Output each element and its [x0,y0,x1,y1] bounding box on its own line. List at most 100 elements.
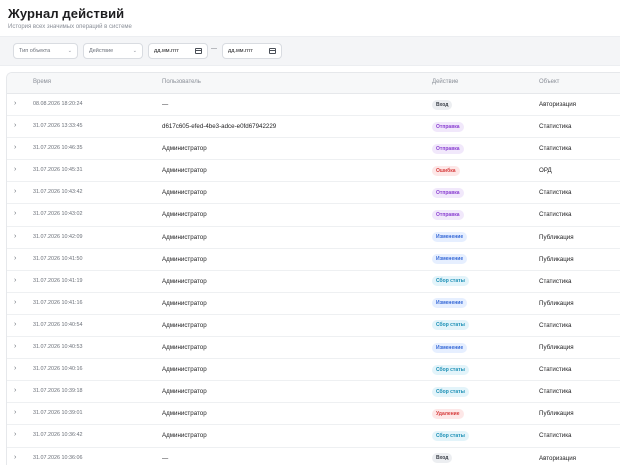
row-object: Статистика [539,145,572,153]
chevron-right-icon[interactable]: › [14,277,16,284]
chevron-right-icon[interactable]: › [14,122,16,129]
row-object: Публикация [539,344,574,352]
row-user: Администратор [162,299,207,307]
row-time: 31.07.2026 10:43:42 [33,189,83,196]
table-row[interactable]: › 31.07.2026 10:39:01 Администратор Удалени… [7,403,620,426]
row-user: — [162,454,169,462]
chevron-right-icon[interactable]: › [14,233,16,240]
chevron-right-icon[interactable]: › [14,299,16,306]
column-object[interactable]: Объект [539,79,559,85]
table-row[interactable]: › 31.07.2026 10:45:31 Администратор Ошибка О… [7,160,620,183]
row-object: Публикация [539,299,574,307]
row-user: d617c605-efed-4be3-adce-e0fd67942229 [162,123,277,131]
action-badge: Сбор статы [432,386,469,397]
table-row[interactable]: › 31.07.2026 10:42:09 Администратор Изменен… [7,227,620,249]
row-user: Администратор [162,344,207,352]
table-row[interactable]: › 31.07.2026 10:40:54 Администратор Сбор ст… [7,315,620,338]
row-time: 31.07.2026 10:42:09 [33,233,83,240]
page-header: Журнал действий История всех значимых оп… [0,0,620,37]
table-row[interactable]: › 31.07.2026 10:39:18 Администратор Сбор ст… [7,381,620,404]
row-object: Публикация [539,255,574,263]
action-badge: Отправка [432,121,464,132]
chevron-right-icon[interactable]: › [14,321,16,328]
calendar-icon[interactable] [269,48,276,54]
chevron-right-icon[interactable]: › [14,431,16,438]
row-user: Администратор [162,410,207,418]
table-row[interactable]: › 31.07.2026 10:46:35 Администратор Отправк… [7,138,620,161]
action-badge: Изменение [432,298,468,309]
row-time: 31.07.2026 10:36:42 [33,432,83,439]
table-row[interactable]: › 31.07.2026 10:41:50 Администратор Изменен… [7,249,620,271]
table-row[interactable]: › 31.07.2026 10:36:06 — Вход Авторизация [7,448,620,465]
action-badge: Ошибка [432,165,460,176]
action-select[interactable]: Действие ⌄ [83,43,143,59]
column-action[interactable]: Действие [432,79,458,85]
row-time: 31.07.2026 10:40:16 [33,366,83,373]
row-object: Статистика [539,321,572,329]
action-badge: Изменение [432,232,468,243]
page-title: Журнал действий [8,6,125,21]
table-row[interactable]: › 31.07.2026 10:40:16 Администратор Сбор ст… [7,359,620,382]
chevron-right-icon[interactable]: › [14,144,16,151]
row-object: Публикация [539,410,574,418]
chevron-right-icon[interactable]: › [14,100,16,107]
object-type-label: Тип объекта [19,48,51,54]
table-row[interactable]: › 31.07.2026 10:36:42 Администратор Сбор ст… [7,425,620,448]
chevron-right-icon[interactable]: › [14,454,16,461]
row-object: Статистика [539,189,572,197]
date-from-value: дд.мм.гггг [154,48,180,54]
row-user: Администратор [162,432,207,440]
action-badge: Сбор статы [432,276,469,287]
action-badge: Сбор статы [432,430,469,441]
action-badge: Отправка [432,187,464,198]
row-time: 31.07.2026 10:45:31 [33,167,83,174]
column-time[interactable]: Время [33,79,51,85]
action-badge: Отправка [432,143,464,154]
row-user: Администратор [162,233,207,241]
table-row[interactable]: › 08.08.2026 18:20:24 — Вход Авторизация [7,94,620,117]
row-time: 31.07.2026 10:40:53 [33,344,83,351]
calendar-icon[interactable] [195,48,202,54]
action-badge: Отправка [432,209,464,220]
row-object: Авторизация [539,101,577,108]
table-row[interactable]: › 31.07.2026 10:41:16 Администратор Изменен… [7,293,620,315]
date-to-input[interactable]: дд.мм.гггг [222,43,282,59]
row-time: 08.08.2026 18:20:24 [33,101,83,107]
table-row[interactable]: › 31.07.2026 10:41:19 Администратор Сбор ст… [7,271,620,293]
row-object: Статистика [539,366,572,374]
row-user: Администратор [162,366,207,374]
table-header: Время Пользователь Действие Объект [7,73,620,94]
filter-bar: Тип объекта ⌄ Действие ⌄ дд.мм.гггг — дд… [0,36,620,66]
chevron-down-icon: ⌄ [132,48,137,54]
chevron-right-icon[interactable]: › [14,210,16,217]
action-badge: Удаление [432,408,464,419]
table-row[interactable]: › 31.07.2026 13:33:45 d617c605-efed-4be3-a… [7,116,620,139]
column-user[interactable]: Пользователь [162,79,201,85]
table-body: › 08.08.2026 18:20:24 — Вход Авторизация › 31.… [7,94,620,465]
table-row[interactable]: › 31.07.2026 10:43:02 Администратор Отправк… [7,204,620,227]
action-badge: Вход [432,99,453,110]
row-object: Статистика [539,211,572,219]
table-row[interactable]: › 31.07.2026 10:43:42 Администратор Отправк… [7,182,620,205]
row-time: 31.07.2026 10:41:19 [33,277,83,284]
object-type-select[interactable]: Тип объекта ⌄ [13,43,78,59]
date-from-input[interactable]: дд.мм.гггг [148,43,208,59]
action-badge: Вход [432,453,453,463]
chevron-right-icon[interactable]: › [14,255,16,262]
row-time: 31.07.2026 13:33:45 [33,123,83,130]
chevron-right-icon[interactable]: › [14,188,16,195]
row-user: Администратор [162,277,207,285]
action-label: Действие [89,48,114,54]
table-row[interactable]: › 31.07.2026 10:40:53 Администратор Изменен… [7,337,620,360]
chevron-right-icon[interactable]: › [14,343,16,350]
action-badge: Сбор статы [432,320,469,331]
chevron-right-icon[interactable]: › [14,166,16,173]
date-separator: — [211,46,217,52]
row-object: ОРД [539,167,552,175]
chevron-down-icon: ⌄ [67,48,72,54]
row-object: Публикация [539,233,574,241]
chevron-right-icon[interactable]: › [14,409,16,416]
row-user: — [162,101,169,108]
chevron-right-icon[interactable]: › [14,387,16,394]
chevron-right-icon[interactable]: › [14,365,16,372]
